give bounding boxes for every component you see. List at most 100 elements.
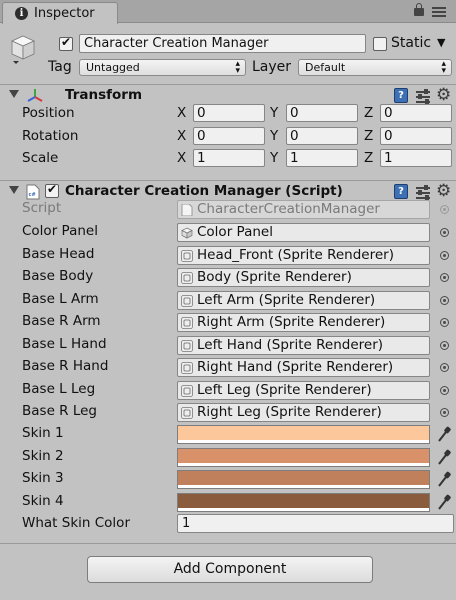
base-r-hand-field[interactable]: Right Hand (Sprite Renderer) — [177, 358, 430, 377]
what-skin-color-input[interactable]: 1 — [177, 514, 454, 533]
axis-x-label[interactable]: X — [177, 150, 186, 166]
tag-value: Untagged — [86, 61, 140, 74]
base-r-arm-field[interactable]: Right Arm (Sprite Renderer) — [177, 313, 430, 332]
skin-3-alpha-bar — [178, 485, 429, 488]
help-book-icon[interactable]: ? — [394, 88, 408, 103]
transform-rotation-y-input[interactable]: 0 — [286, 127, 358, 145]
script-reference-field: CharacterCreationManager — [177, 200, 430, 219]
base-l-leg-label: Base L Leg — [22, 381, 96, 397]
sprite-renderer-icon — [181, 362, 193, 374]
static-dropdown-arrow-icon[interactable]: ▼ — [437, 36, 445, 49]
skin-2-label: Skin 2 — [22, 448, 64, 464]
transform-scale-label: Scale — [22, 150, 59, 166]
component-divider — [0, 543, 456, 544]
sprite-renderer-icon — [181, 317, 193, 329]
transform-position-x-input[interactable]: 0 — [193, 104, 265, 122]
axis-y-label[interactable]: Y — [270, 105, 278, 121]
base-body-field[interactable]: Body (Sprite Renderer) — [177, 268, 430, 287]
axis-x-label[interactable]: X — [177, 128, 186, 144]
eyedropper-icon[interactable] — [436, 448, 452, 466]
static-label: Static — [391, 35, 432, 51]
updown-arrow-icon: ▴ ▾ — [235, 59, 240, 76]
active-checkbox[interactable] — [59, 35, 73, 51]
skin-2-color-field[interactable] — [177, 448, 430, 467]
info-icon: i — [15, 7, 28, 20]
object-picker-icon[interactable] — [440, 363, 449, 372]
base-l-leg-value: Left Leg (Sprite Renderer) — [197, 382, 372, 398]
preset-sliders-icon[interactable] — [416, 89, 430, 104]
tab-inspector[interactable]: i Inspector — [2, 2, 118, 24]
help-book-icon[interactable]: ? — [394, 184, 408, 199]
preset-sliders-icon[interactable] — [416, 185, 430, 200]
component-header-icons: ? ⚙ — [394, 181, 454, 201]
transform-position-z-input[interactable]: 0 — [380, 104, 452, 122]
object-picker-icon[interactable] — [440, 228, 449, 237]
skin-1-color-field[interactable] — [177, 425, 430, 444]
axis-y-label[interactable]: Y — [270, 128, 278, 144]
eyedropper-icon[interactable] — [436, 425, 452, 443]
base-r-leg-field[interactable]: Right Leg (Sprite Renderer) — [177, 403, 430, 422]
eyedropper-icon[interactable] — [436, 470, 452, 488]
lock-icon[interactable] — [414, 3, 424, 16]
transform-rotation-x-input[interactable]: 0 — [193, 127, 265, 145]
tab-inspector-label: Inspector — [34, 6, 95, 21]
object-picker-icon[interactable] — [440, 251, 449, 260]
skin-3-color-swatch — [178, 471, 429, 485]
script-component-header[interactable]: c# Character Creation Manager (Script) ?… — [0, 180, 456, 202]
transform-scale-y-input[interactable]: 1 — [286, 149, 358, 167]
menu-icon[interactable] — [432, 7, 446, 17]
object-picker-icon[interactable] — [440, 408, 449, 417]
foldout-arrow-icon[interactable] — [9, 90, 19, 98]
base-head-field[interactable]: Head_Front (Sprite Renderer) — [177, 246, 430, 265]
eyedropper-icon[interactable] — [436, 493, 452, 511]
csharp-script-icon: c# — [26, 184, 40, 200]
object-picker-icon[interactable] — [440, 296, 449, 305]
updown-arrow-icon: ▴ ▾ — [441, 59, 446, 76]
color-panel-value: Color Panel — [197, 224, 273, 240]
transform-rotation-label: Rotation — [22, 128, 79, 144]
base-r-leg-value: Right Leg (Sprite Renderer) — [197, 404, 382, 420]
object-picker-icon[interactable] — [440, 318, 449, 327]
foldout-arrow-icon[interactable] — [9, 186, 19, 194]
transform-header[interactable]: Transform ? ⚙ — [0, 84, 456, 106]
base-l-arm-field[interactable]: Left Arm (Sprite Renderer) — [177, 291, 430, 310]
transform-scale-x-input[interactable]: 1 — [193, 149, 265, 167]
axis-x-label[interactable]: X — [177, 105, 186, 121]
object-picker-icon — [440, 205, 449, 214]
what-skin-color-label: What Skin Color — [22, 515, 130, 531]
gear-icon[interactable]: ⚙ — [436, 85, 451, 105]
script-reference-value: CharacterCreationManager — [197, 201, 380, 217]
base-r-arm-label: Base R Arm — [22, 313, 101, 329]
axis-y-label[interactable]: Y — [270, 150, 278, 166]
layer-label: Layer — [252, 59, 292, 75]
svg-text:c#: c# — [29, 192, 36, 198]
layer-dropdown[interactable]: Default ▴ ▾ — [298, 59, 452, 76]
base-r-arm-value: Right Arm (Sprite Renderer) — [197, 314, 386, 330]
transform-position-y-input[interactable]: 0 — [286, 104, 358, 122]
gear-icon[interactable]: ⚙ — [436, 181, 451, 201]
transform-title: Transform — [65, 87, 143, 103]
tag-dropdown[interactable]: Untagged ▴ ▾ — [79, 59, 246, 76]
object-picker-icon[interactable] — [440, 341, 449, 350]
axis-z-label[interactable]: Z — [364, 105, 373, 121]
base-head-value: Head_Front (Sprite Renderer) — [197, 247, 394, 263]
axis-z-label[interactable]: Z — [364, 128, 373, 144]
transform-rotation-z-input[interactable]: 0 — [380, 127, 452, 145]
script-enabled-checkbox[interactable] — [45, 182, 59, 198]
object-picker-icon[interactable] — [440, 273, 449, 282]
skin-4-color-field[interactable] — [177, 493, 430, 512]
color-panel-label: Color Panel — [22, 223, 98, 239]
static-checkbox[interactable] — [373, 37, 387, 51]
gameobject-icon — [181, 227, 193, 239]
add-component-button[interactable]: Add Component — [87, 556, 373, 583]
base-l-hand-field[interactable]: Left Hand (Sprite Renderer) — [177, 336, 430, 355]
object-picker-icon[interactable] — [440, 386, 449, 395]
skin-3-color-field[interactable] — [177, 470, 430, 489]
script-component-title: Character Creation Manager (Script) — [65, 183, 343, 199]
sprite-renderer-icon — [181, 295, 193, 307]
object-name-input[interactable]: Character Creation Manager — [79, 34, 366, 53]
base-l-leg-field[interactable]: Left Leg (Sprite Renderer) — [177, 381, 430, 400]
color-panel-field[interactable]: Color Panel — [177, 223, 430, 242]
transform-scale-z-input[interactable]: 1 — [380, 149, 452, 167]
axis-z-label[interactable]: Z — [364, 150, 373, 166]
